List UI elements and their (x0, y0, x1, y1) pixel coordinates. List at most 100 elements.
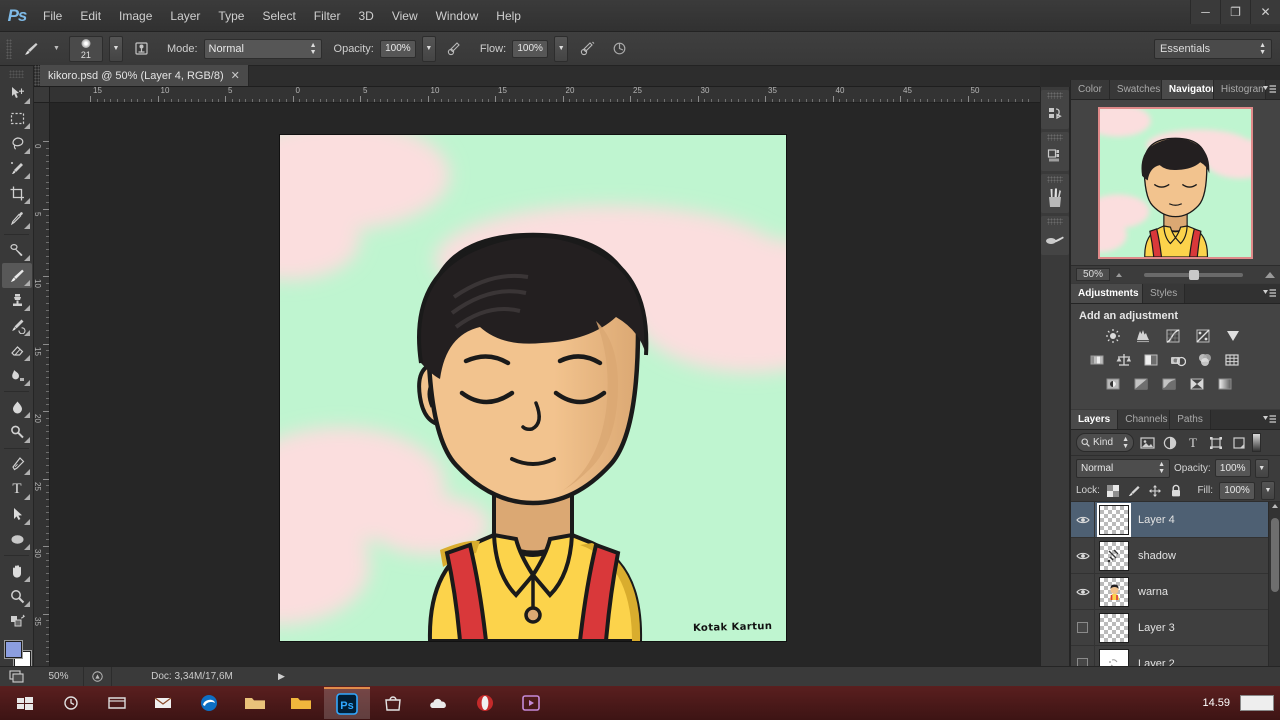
black-white-icon[interactable] (1141, 351, 1161, 369)
panel-menu-icon[interactable] (1262, 84, 1276, 96)
levels-icon[interactable] (1133, 327, 1153, 345)
menu-file[interactable]: File (34, 0, 71, 32)
layer-name[interactable]: warna (1138, 586, 1168, 598)
opacity-dropdown[interactable]: ▼ (421, 35, 436, 62)
taskbar-tray-box[interactable] (1240, 695, 1274, 711)
brightness-contrast-icon[interactable] (1103, 327, 1123, 345)
pen-tool[interactable] (2, 452, 32, 477)
channel-mixer-icon[interactable] (1195, 351, 1215, 369)
store-icon[interactable] (370, 687, 416, 719)
layer-row[interactable]: Layer 4 (1071, 501, 1280, 538)
layer-row[interactable]: warna (1071, 573, 1280, 610)
hand-tool[interactable] (2, 559, 32, 584)
layer-opacity-value[interactable]: 100% (1214, 459, 1251, 477)
layer-name[interactable]: Layer 3 (1138, 622, 1175, 634)
menu-help[interactable]: Help (487, 0, 530, 32)
layer-row[interactable]: shadow (1071, 537, 1280, 574)
layer-visibility-toggle[interactable] (1071, 573, 1095, 610)
quick-selection-tool[interactable] (2, 156, 32, 181)
menu-filter[interactable]: Filter (305, 0, 350, 32)
document-tab[interactable]: kikoro.psd @ 50% (Layer 4, RGB/8) ✕ (40, 65, 249, 86)
scrollbar-thumb[interactable] (1271, 518, 1279, 592)
menu-edit[interactable]: Edit (71, 0, 110, 32)
default-colors-icon[interactable] (2, 609, 32, 634)
color-lookup-icon[interactable] (1222, 351, 1242, 369)
filter-smart-object-icon[interactable] (1229, 433, 1249, 452)
airbrush-icon[interactable] (574, 37, 600, 61)
history-panel-icon[interactable] (1041, 101, 1069, 127)
lock-position-icon[interactable] (1148, 483, 1163, 498)
layer-list-scrollbar[interactable] (1268, 502, 1280, 682)
lasso-tool[interactable] (2, 131, 32, 156)
opacity-value[interactable]: 100% (379, 39, 416, 58)
file-explorer-icon[interactable] (94, 687, 140, 719)
layer-visibility-toggle[interactable] (1071, 501, 1095, 538)
layer-filter-kind-select[interactable]: Kind ▲ ▼ (1076, 433, 1134, 452)
tab-paths[interactable]: Paths (1170, 410, 1211, 429)
layer-filter-toggle[interactable] (1252, 433, 1261, 452)
document-preview-icon[interactable] (84, 666, 112, 687)
close-button[interactable]: ✕ (1250, 0, 1280, 24)
brush-preset-dropdown[interactable]: ▼ (108, 35, 123, 62)
minimize-button[interactable]: ─ (1190, 0, 1220, 24)
horizontal-type-tool[interactable]: T (2, 477, 32, 502)
layer-row[interactable]: Layer 3 (1071, 609, 1280, 646)
exposure-icon[interactable] (1193, 327, 1213, 345)
filter-adjustment-icon[interactable] (1160, 433, 1180, 452)
history-panel-dock-group[interactable] (1041, 90, 1069, 129)
layer-thumbnail[interactable] (1099, 540, 1129, 571)
tab-layers[interactable]: Layers (1071, 410, 1119, 429)
horizontal-ruler[interactable]: 15 10 5 0 5 10 15 20 25 30 35 40 45 50 (50, 87, 1040, 103)
filter-shape-icon[interactable] (1206, 433, 1226, 452)
brush-presets-icon[interactable] (1041, 185, 1069, 211)
menu-view[interactable]: View (383, 0, 427, 32)
navigator-preview[interactable] (1071, 100, 1280, 265)
dock-grip[interactable] (1047, 176, 1063, 183)
photoshop-taskbar-icon[interactable]: Ps (324, 687, 370, 719)
spot-healing-brush-tool[interactable] (2, 238, 32, 263)
status-zoom-value[interactable]: 50% (34, 666, 84, 687)
invert-icon[interactable] (1103, 375, 1123, 393)
foreground-color-swatch[interactable] (5, 641, 22, 658)
menu-image[interactable]: Image (110, 0, 161, 32)
brush-size-preview[interactable]: 21 (68, 35, 103, 62)
zoom-in-icon[interactable] (1265, 271, 1275, 278)
blur-tool[interactable] (2, 395, 32, 420)
tablet-pressure-size-icon[interactable] (129, 37, 155, 61)
zoom-slider-thumb[interactable] (1188, 269, 1199, 280)
crop-tool[interactable] (2, 181, 32, 206)
layer-name[interactable]: shadow (1138, 550, 1176, 562)
taskbar-clock[interactable]: 14.59 (1202, 697, 1230, 709)
start-icon[interactable] (2, 687, 48, 719)
tab-channels[interactable]: Channels (1118, 410, 1171, 429)
path-selection-tool[interactable] (2, 502, 32, 527)
dock-grip[interactable] (1047, 218, 1063, 225)
ellipse-tool[interactable] (2, 527, 32, 552)
tablet-pressure-toggle-icon[interactable] (606, 37, 632, 61)
photo-filter-icon[interactable] (1168, 351, 1188, 369)
history-brush-tool[interactable] (2, 313, 32, 338)
gradient-tool[interactable] (2, 363, 32, 388)
dock-grip[interactable] (1047, 92, 1063, 99)
brush-tool[interactable] (2, 263, 32, 288)
dodge-tool[interactable] (2, 420, 32, 445)
navigator-zoom-value[interactable]: 50% (1076, 268, 1110, 281)
vibrance-icon[interactable] (1223, 327, 1243, 345)
task-view-icon[interactable] (48, 687, 94, 719)
fill-value[interactable]: 100% (1219, 481, 1255, 500)
layer-opacity-dropdown[interactable]: ▼ (1254, 458, 1269, 478)
move-tool[interactable] (2, 81, 32, 106)
lock-image-pixels-icon[interactable] (1127, 483, 1142, 498)
panel-menu-icon[interactable] (1262, 414, 1276, 426)
tab-navigator[interactable]: Navigator (1161, 80, 1214, 99)
gradient-map-icon[interactable] (1215, 375, 1235, 393)
workspace-selector[interactable]: Essentials ▲ ▼ (1154, 38, 1272, 59)
filter-type-icon[interactable]: T (1183, 433, 1203, 452)
layer-blend-mode-select[interactable]: Normal ▲ ▼ (1076, 458, 1170, 478)
lock-transparent-pixels-icon[interactable] (1106, 483, 1121, 498)
tab-styles[interactable]: Styles (1143, 284, 1186, 303)
zoom-tool[interactable] (2, 584, 32, 609)
status-expand-arrow-icon[interactable]: ▶ (272, 667, 291, 687)
documents-folder-icon[interactable] (278, 687, 324, 719)
flow-dropdown[interactable]: ▼ (554, 35, 569, 62)
